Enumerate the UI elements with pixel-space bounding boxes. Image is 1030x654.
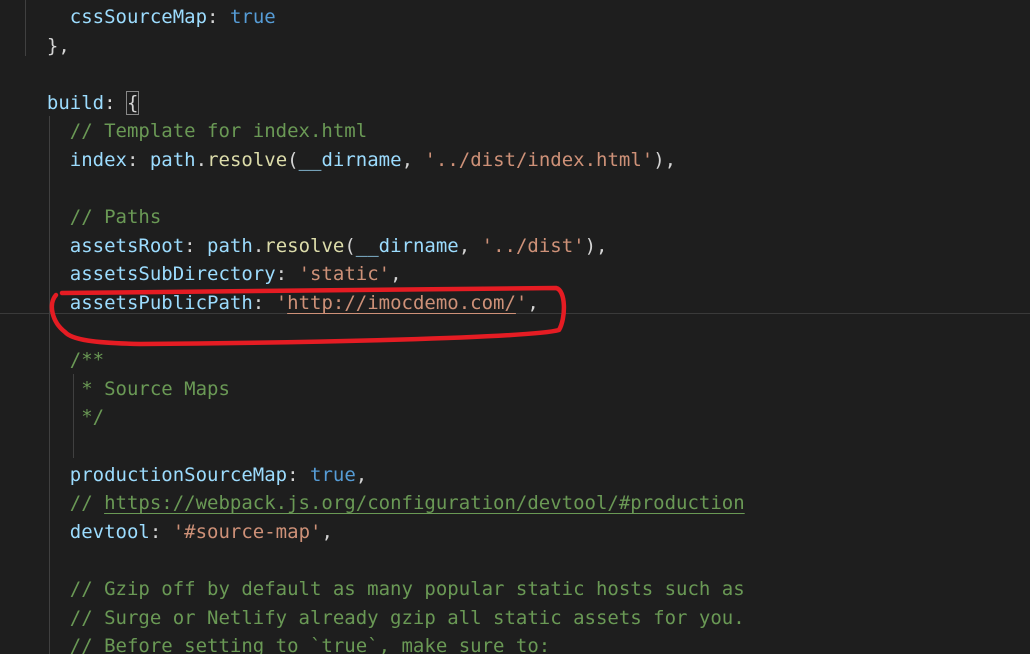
red-highlight-annotation — [49, 285, 567, 347]
code-token: true — [229, 6, 276, 28]
code-token: ), — [584, 234, 608, 257]
code-token: '#source-map' — [172, 520, 322, 543]
code-token: , — [321, 520, 333, 543]
code-token: : — [126, 149, 150, 171]
code-token: /** — [69, 349, 105, 372]
code-token: : — [184, 234, 208, 257]
code-line[interactable]: }, — [24, 32, 70, 60]
code-line[interactable]: // Surge or Netlify already gzip all sta… — [24, 604, 745, 632]
code-token: __dirname — [298, 149, 402, 171]
code-token: * Source Maps — [81, 377, 230, 400]
code-token: // Before setting to `true`, make sure t… — [69, 635, 551, 654]
code-line[interactable]: * Source Maps — [24, 375, 230, 403]
code-token: // Gzip off by default as many popular s… — [69, 578, 745, 600]
code-token: ' — [515, 292, 528, 314]
link-token[interactable]: https://webpack.js.org/configuration/dev… — [104, 492, 745, 514]
code-line[interactable]: assetsRoot: path.resolve(__dirname, '../… — [24, 232, 608, 260]
code-line[interactable]: productionSourceMap: true, — [24, 461, 367, 489]
matched-brace: { — [125, 90, 140, 115]
code-token: devtool — [69, 520, 150, 543]
code-token: , — [401, 149, 425, 171]
code-token: // — [69, 492, 105, 515]
code-line[interactable]: index: path.resolve(__dirname, '../dist/… — [24, 146, 676, 174]
code-token: path — [149, 149, 196, 171]
code-token: // Surge or Netlify already gzip all sta… — [69, 606, 745, 629]
code-token: resolve — [264, 234, 345, 257]
code-token: */ — [81, 406, 105, 429]
code-token: : — [287, 463, 310, 486]
code-token: . — [195, 149, 208, 171]
code-token: : — [104, 91, 127, 114]
code-line[interactable]: // Paths — [24, 203, 162, 231]
code-token: , — [355, 463, 368, 486]
code-token: __dirname — [355, 234, 459, 257]
code-token: path — [207, 234, 253, 257]
code-token: cssSourceMap — [69, 6, 208, 28]
code-token: ( — [344, 234, 356, 257]
code-token: , — [458, 234, 482, 257]
link-token[interactable]: http://imocdemo.com/ — [287, 292, 516, 314]
code-line[interactable]: devtool: '#source-map', — [24, 518, 333, 546]
code-token: build — [46, 91, 105, 114]
code-token: , — [527, 292, 539, 314]
code-token: '../dist' — [481, 234, 585, 257]
code-token: . — [252, 234, 265, 257]
code-line[interactable]: assetsPublicPath: 'http://imocdemo.com/'… — [24, 289, 539, 317]
code-token: index — [69, 149, 127, 171]
code-token: assetsSubDirectory — [69, 263, 276, 286]
code-line[interactable]: // https://webpack.js.org/configuration/… — [24, 489, 745, 517]
code-token: resolve — [207, 149, 288, 171]
code-token: ( — [287, 149, 299, 171]
code-line[interactable]: /** — [24, 346, 104, 374]
code-line[interactable]: assetsSubDirectory: 'static', — [24, 260, 402, 288]
code-line[interactable]: // Gzip off by default as many popular s… — [24, 575, 745, 603]
code-token: assetsPublicPath — [69, 292, 253, 314]
code-line[interactable]: // Template for index.html — [24, 117, 367, 145]
code-editor[interactable]: cssSourceMap: true }, build: { // Templa… — [0, 0, 1030, 654]
code-token: }, — [46, 34, 70, 57]
code-token: : — [252, 292, 276, 314]
code-line[interactable]: cssSourceMap: true — [24, 3, 276, 31]
code-token: true — [310, 463, 356, 486]
code-token: assetsRoot — [69, 234, 185, 257]
code-token: // Template for index.html — [69, 120, 368, 143]
code-line[interactable]: */ — [24, 403, 104, 431]
code-token: : — [149, 520, 173, 543]
code-token: : — [207, 6, 230, 28]
code-line[interactable]: // Before setting to `true`, make sure t… — [24, 632, 550, 654]
code-token: '../dist/index.html' — [424, 149, 654, 171]
code-token: ' — [275, 292, 288, 314]
code-line[interactable]: build: { — [24, 89, 140, 117]
code-token: : — [275, 263, 299, 286]
code-token: productionSourceMap — [69, 463, 288, 486]
code-token: // Paths — [69, 206, 162, 229]
code-token: 'static' — [298, 263, 391, 286]
code-token: , — [390, 263, 402, 286]
code-token: ), — [653, 149, 677, 171]
